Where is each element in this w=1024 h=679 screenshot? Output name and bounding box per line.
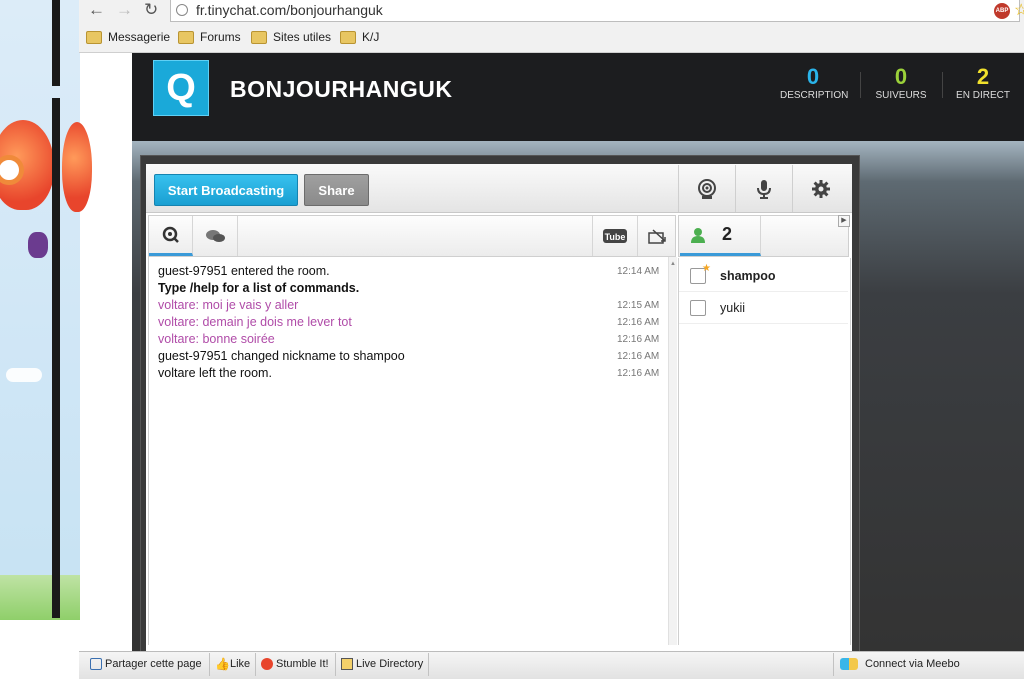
balloon-image [62, 122, 92, 212]
like-button[interactable]: 👍 Like [215, 656, 250, 672]
stat-description[interactable]: 0 DESCRIPTION [780, 64, 848, 101]
user-list-item[interactable]: ★ shampoo [679, 260, 848, 292]
folder-icon [340, 30, 356, 44]
thumbs-up-icon: 👍 [215, 657, 230, 671]
chat-message: voltare: demain je dois me lever tot [158, 315, 352, 329]
star-icon[interactable]: ☆ [1014, 0, 1024, 20]
divider [209, 653, 210, 676]
webcam-icon [698, 178, 716, 199]
directory-icon [341, 658, 353, 670]
chat-scrollbar[interactable]: ▲ [668, 257, 677, 645]
window-edge [52, 0, 60, 86]
tab-private-messages[interactable] [193, 216, 238, 256]
chat-message: guest-97951 changed nickname to shampoo [158, 349, 405, 363]
divider [335, 653, 336, 676]
user-list-item[interactable]: yukii [679, 292, 848, 324]
microphone-button[interactable] [735, 165, 792, 212]
message-timestamp: 12:15 AM [617, 300, 660, 311]
bookmark-kj[interactable]: K/J [340, 30, 379, 44]
meebo-icon [840, 658, 858, 670]
share-button[interactable]: Share [304, 174, 369, 206]
divider [942, 72, 943, 98]
gear-icon [812, 179, 830, 198]
back-icon[interactable]: ← [88, 0, 105, 20]
stumbleupon-icon [261, 658, 273, 670]
divider [833, 653, 834, 676]
user-name: yukii [720, 300, 746, 315]
live-directory-button[interactable]: Live Directory [341, 656, 423, 672]
user-icon [691, 227, 705, 243]
cloud [86, 424, 122, 438]
stat-en-direct[interactable]: 2 EN DIRECT [955, 64, 1011, 101]
tab-public-chat[interactable] [149, 216, 193, 256]
share-page-button[interactable]: Partager cette page [90, 656, 202, 672]
divider [428, 653, 429, 676]
divider [860, 72, 861, 98]
meebo-connect-button[interactable]: Connect via Meebo [840, 656, 960, 672]
start-broadcasting-button[interactable]: Start Broadcasting [154, 174, 298, 206]
stumble-button[interactable]: Stumble It! [261, 656, 329, 672]
popout-button[interactable] [636, 216, 680, 256]
room-name: BONJOURHANGUK [230, 76, 453, 102]
globe-icon [176, 4, 188, 16]
user-count: 2 [722, 224, 733, 244]
bookmark-messagerie[interactable]: Messagerie [86, 30, 170, 44]
microphone-icon [757, 179, 771, 199]
message-timestamp: 12:16 AM [617, 317, 660, 328]
grass-decoration [0, 575, 80, 620]
background-window [0, 0, 122, 620]
window-edge [52, 98, 60, 618]
chat-message: voltare: bonne soirée [158, 332, 275, 346]
expand-arrow-icon[interactable]: ▶ [838, 215, 850, 227]
url-text[interactable]: fr.tinychat.com/bonjourhanguk [196, 2, 383, 18]
message-timestamp: 12:16 AM [617, 351, 660, 362]
forward-icon[interactable]: → [116, 0, 133, 20]
user-checkbox[interactable] [690, 299, 706, 316]
bookmark-forums[interactable]: Forums [178, 30, 241, 44]
user-name: shampoo [720, 268, 776, 283]
chat-message: Type /help for a list of commands. [158, 281, 360, 295]
folder-icon [86, 30, 102, 44]
message-timestamp: 12:16 AM [617, 368, 660, 379]
chat-bubbles-icon [206, 230, 225, 242]
balloon-image [0, 120, 54, 258]
youtube-icon: Tube [603, 229, 627, 243]
star-icon: ★ [702, 262, 711, 274]
message-timestamp: 12:14 AM [617, 266, 660, 277]
folder-icon [251, 30, 267, 44]
settings-button[interactable] [792, 165, 849, 212]
user-checkbox[interactable]: ★ [690, 263, 711, 284]
cloud [6, 368, 42, 382]
message-timestamp: 12:16 AM [617, 334, 660, 345]
divider [255, 653, 256, 676]
camera-button[interactable] [678, 165, 735, 212]
svg-text:Tube: Tube [605, 232, 626, 242]
chat-message: guest-97951 entered the room. [158, 264, 330, 278]
chat-message: voltare: moi je vais y aller [158, 298, 299, 312]
popout-icon [648, 229, 666, 244]
tinychat-logo[interactable]: Q [153, 60, 209, 116]
chat-message: voltare left the room. [158, 366, 272, 380]
user-count-tab[interactable]: 2 [680, 216, 761, 256]
stat-suiveurs[interactable]: 0 SUIVEURS [872, 64, 930, 101]
folder-icon [178, 30, 194, 44]
reload-icon[interactable]: ↻ [144, 0, 158, 20]
bookmark-sites-utiles[interactable]: Sites utiles [251, 30, 331, 44]
share-icon [90, 658, 102, 670]
youtube-button[interactable]: Tube [592, 216, 638, 256]
adblock-icon[interactable]: ABP [994, 3, 1010, 19]
search-icon [162, 226, 179, 243]
